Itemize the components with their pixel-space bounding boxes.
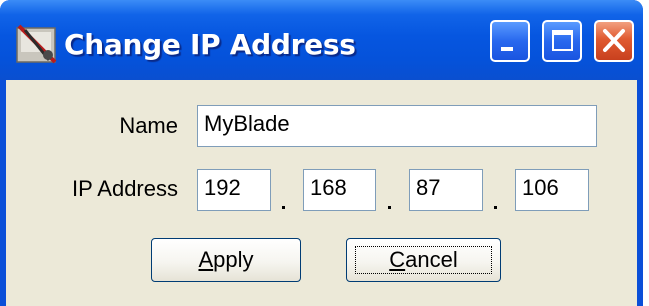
ip-separator-dot bbox=[494, 206, 497, 209]
cancel-button[interactable]: Cancel bbox=[346, 238, 501, 282]
apply-label-rest: pply bbox=[213, 247, 254, 272]
title-bar[interactable]: Change IP Address bbox=[0, 0, 643, 80]
change-ip-dialog: Change IP Address Name MyBlade IP Addres… bbox=[0, 0, 643, 306]
cancel-mnemonic: C bbox=[389, 247, 406, 272]
maximize-icon bbox=[552, 30, 573, 51]
window-title: Change IP Address bbox=[64, 28, 356, 61]
minimize-button[interactable] bbox=[490, 20, 530, 62]
dialog-body: Name MyBlade IP Address 192 168 87 106 A… bbox=[6, 80, 637, 306]
cancel-label-rest: ancel bbox=[405, 247, 458, 272]
ip-octet-4-field[interactable]: 106 bbox=[515, 169, 589, 211]
apply-mnemonic: A bbox=[198, 247, 214, 272]
maximize-button[interactable] bbox=[542, 20, 582, 62]
minimize-icon bbox=[501, 47, 513, 51]
ip-separator-dot bbox=[282, 206, 285, 209]
ip-address-label: IP Address bbox=[72, 176, 178, 201]
name-field[interactable]: MyBlade bbox=[197, 105, 597, 147]
ip-octet-3-field[interactable]: 87 bbox=[409, 169, 483, 211]
name-label: Name bbox=[119, 113, 178, 138]
close-icon bbox=[603, 29, 625, 52]
close-button[interactable] bbox=[594, 20, 634, 62]
network-tool-icon bbox=[16, 24, 57, 64]
ip-octet-1-field[interactable]: 192 bbox=[197, 169, 271, 211]
apply-button[interactable]: Apply bbox=[151, 238, 301, 282]
ip-separator-dot bbox=[388, 206, 391, 209]
ip-octet-2-field[interactable]: 168 bbox=[303, 169, 376, 211]
